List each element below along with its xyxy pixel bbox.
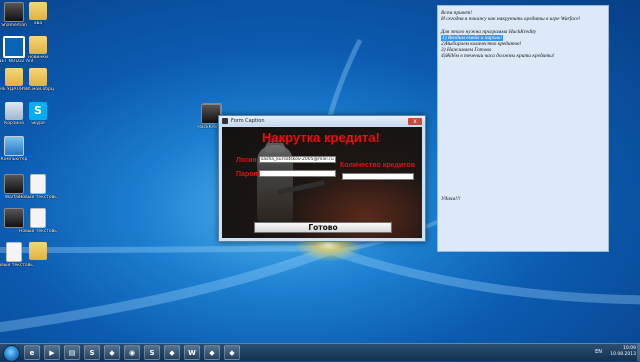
close-button[interactable]: x [408,117,422,125]
tray-language[interactable]: EN [595,349,602,355]
submit-button[interactable]: Готово [254,222,392,233]
folder-icon [29,36,47,54]
desktop-icon[interactable]: Компьютер [0,136,33,162]
note-signature: Удачи!!! [441,196,461,202]
note-text: Всем привет! И сегодня я покажу как накру… [441,10,605,60]
window-title: Form Caption [231,118,265,124]
instructions-note[interactable]: Всем привет! И сегодня я покажу как накру… [437,5,609,252]
title-bar[interactable]: Form Caption x [219,116,425,126]
dialog-client-area: Накрутка кредита! Логин sasha_kursatskov… [222,127,422,238]
desktop-icon-label: Новый текстовый [0,263,33,268]
desktop-icon-label: Новый текстовый [19,229,57,234]
taskbar-word-button[interactable]: W [184,345,200,360]
password-input[interactable] [259,170,336,177]
taskbar-ie-button[interactable]: e [24,345,40,360]
folder-icon [29,2,47,20]
desktop-icon[interactable]: новинки [19,36,57,60]
desktop-icon[interactable]: ляп.мой.обрц [19,68,57,92]
explorer-icon: ▤ [68,348,76,357]
game-4-icon: ◆ [229,348,235,357]
credits-input[interactable] [342,173,414,180]
desktop-icon[interactable]: Новый текстовый [19,208,57,234]
taskbar-skype-button[interactable]: S [84,345,100,360]
desktop-icon-label: ляп.мой.обрц [22,87,54,92]
clock[interactable]: 10:09 10.08.2013 [610,346,636,358]
doc-icon [30,208,46,228]
desktop-icon-label: новинки [28,55,48,60]
app-icon [222,118,228,124]
taskbar-nod32-button[interactable]: ◉ [124,345,140,360]
doc-icon [30,174,46,194]
desktop-icon-label: Компьютер [0,157,28,162]
taskbar-skype-2-button[interactable]: S [144,345,160,360]
taskbar-explorer-button[interactable]: ▤ [64,345,80,360]
start-button[interactable] [3,345,20,362]
game-1-icon: ◆ [109,348,115,357]
desktop-icon-label: Новый текстовый [19,195,57,200]
skype-icon: S [89,348,95,357]
folder-icon [29,68,47,86]
taskbar-game-3-button[interactable]: ◆ [204,345,220,360]
dialog-heading: Накрутка кредита! [262,130,380,145]
doc-icon [6,242,22,262]
note-line: И сегодня я покажу как накрутить кредиты… [441,16,581,23]
skype-icon: S [29,102,47,120]
nod32-icon: ◉ [128,348,136,357]
login-label: Логин [236,157,257,164]
desktop-icon[interactable]: Новый текстовый [0,242,33,268]
clock-date: 10.08.2013 [610,352,636,357]
desktop-icon[interactable]: ава [19,2,57,26]
media-player-icon: ▶ [49,348,55,357]
taskbar-game-1-button[interactable]: ◆ [104,345,120,360]
pc-icon [4,136,24,156]
game-3-icon: ◆ [209,348,215,357]
taskbar-media-player-button[interactable]: ▶ [44,345,60,360]
ie-icon: e [29,348,35,357]
credits-label: Количество кредитов [340,162,416,169]
taskbar-game-2-button[interactable]: ◆ [164,345,180,360]
desktop-icon[interactable]: Новый текстовый [19,174,57,200]
taskbar-game-4-button[interactable]: ◆ [224,345,240,360]
desktop-icon-label: ава [33,21,43,26]
login-input[interactable]: sasha_kursatskov-2005@mail.ru [259,156,336,163]
note-line: 4)Ждём в течении часа должны крити креди… [441,53,555,60]
game-2-icon: ◆ [169,348,175,357]
skype-2-icon: S [149,348,155,357]
word-icon: W [188,348,196,357]
hackkredity-window[interactable]: Form Caption x Накрутка кредита! Логин s… [218,115,426,242]
desktop-icon-label: Skype [31,121,45,126]
desktop-icon[interactable]: S Skype [19,102,57,126]
taskbar: e ▶ ▤ S ◆ ◉ S ◆ W ◆ ◆ EN 10:09 10.08.2013 [0,343,640,362]
